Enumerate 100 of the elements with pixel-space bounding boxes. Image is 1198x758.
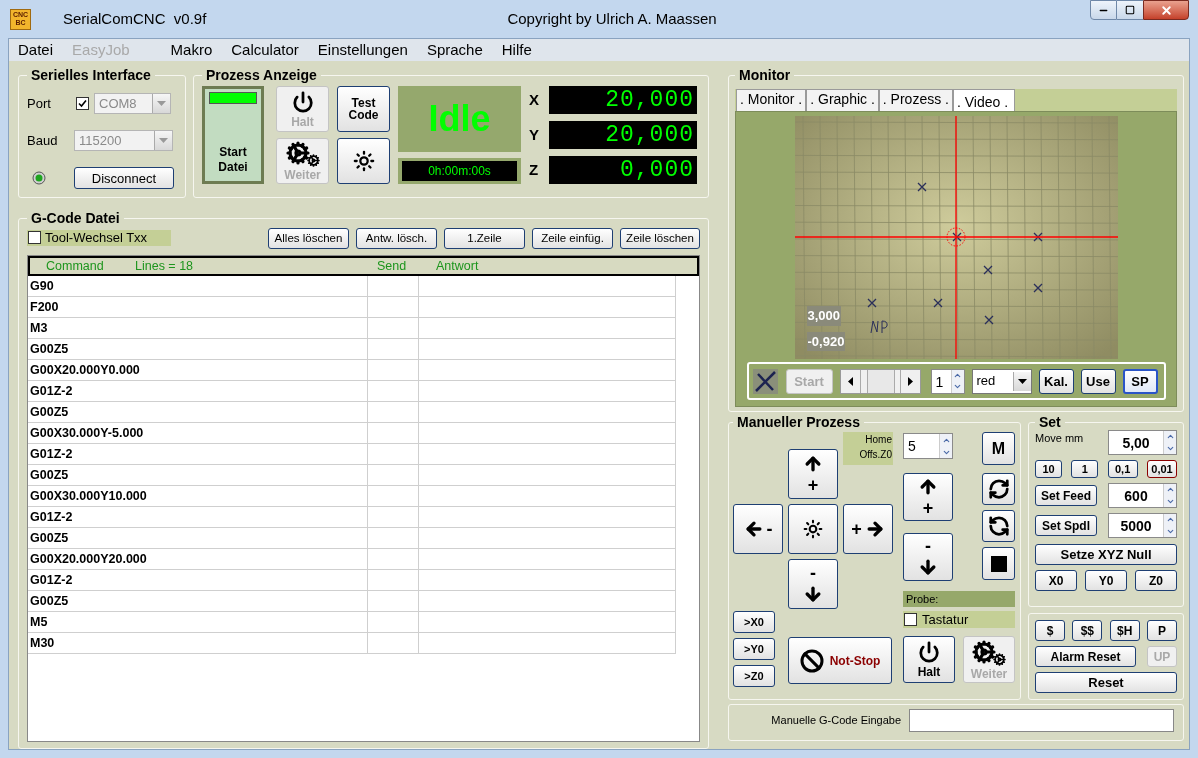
reset-button[interactable]: Reset (1035, 672, 1177, 693)
checkbox[interactable] (904, 613, 917, 626)
group-title: Serielles Interface (30, 67, 152, 83)
table-cell: G00X30.000Y10.000 (28, 486, 368, 506)
video-button[interactable]: SP (1122, 368, 1158, 394)
jog-z-minus-button[interactable]: - (903, 533, 953, 581)
stop-button[interactable] (982, 547, 1015, 580)
step-button[interactable]: 1 (1071, 460, 1099, 478)
dropdown-icon (157, 101, 166, 106)
progress-indicator (209, 92, 257, 104)
zero-axis-button[interactable]: Z0 (1135, 570, 1177, 591)
zero-xyz-button[interactable]: Setze XYZ Null (1035, 544, 1177, 565)
tab[interactable]: . Video . (953, 89, 1016, 111)
emergency-stop-button[interactable]: Not-Stop (788, 637, 892, 684)
table-cell: G01Z-2 (28, 381, 368, 401)
test-code-button[interactable]: Test Code (337, 86, 390, 132)
axis-label: Y (529, 124, 538, 145)
tab[interactable]: . Monitor . (736, 89, 807, 111)
disconnect-button[interactable]: Disconnect (74, 167, 174, 189)
menu-item[interactable]: Makro (170, 38, 213, 62)
jog-x-minus-button[interactable]: - (733, 504, 783, 554)
checkbox[interactable] (28, 231, 41, 244)
command-button[interactable]: $$ (1072, 620, 1103, 641)
scrollbar[interactable] (839, 368, 921, 394)
window-title: SerialComCNC v0.9f (63, 8, 207, 29)
toolbar-button[interactable]: 1.Zeile (444, 228, 525, 249)
axis-label: X (529, 89, 538, 110)
zero-axis-button[interactable]: Y0 (1085, 570, 1127, 591)
goto-zero-button[interactable]: >X0 (733, 611, 775, 633)
jog-y-minus-button[interactable]: - (788, 559, 838, 609)
home-offset-label: Home Offs.Z0 (843, 432, 893, 465)
rotate-ccw-icon (987, 515, 1010, 537)
table-cell: G00Z5 (28, 339, 368, 359)
menu-item[interactable]: Hilfe (501, 38, 532, 62)
number-field[interactable]: 1 (930, 368, 965, 394)
position-display: 20,000 (549, 86, 697, 114)
halt-button[interactable]: Halt (903, 636, 955, 683)
jog-x-plus-button[interactable]: + (843, 504, 893, 554)
status-display: Idle (398, 86, 521, 152)
toolbar-button[interactable]: Zeile löschen (620, 228, 700, 249)
manual-input-label: Manuelle G-Code Eingabe (770, 713, 901, 729)
command-button[interactable]: $ (1035, 620, 1065, 641)
set-spindle-button[interactable]: Set Spdl (1035, 515, 1097, 536)
combo-box[interactable]: red (971, 368, 1032, 394)
video-button[interactable]: Kal. (1038, 368, 1074, 394)
jog-y-plus-button[interactable]: + (788, 449, 838, 499)
power-icon (291, 90, 314, 113)
prohibited-icon (799, 648, 824, 673)
alarm-reset-button[interactable]: Alarm Reset (1035, 646, 1136, 667)
tool-change-option[interactable]: Tool-Wechsel Txx (27, 229, 171, 246)
zero-axis-button[interactable]: X0 (1035, 570, 1077, 591)
number-field[interactable]: 5000 (1108, 513, 1177, 538)
gcode-input-field[interactable] (909, 709, 1174, 732)
table-cell: M5 (28, 612, 368, 632)
rotate-ccw-button[interactable] (982, 510, 1015, 542)
toolbar-button[interactable]: Zeile einfüg. (532, 228, 613, 249)
command-button[interactable]: $H (1109, 620, 1140, 641)
copyright-text: Copyright by Ulrich A. Maassen (507, 8, 717, 29)
menu-item[interactable]: Einstellungen (317, 38, 408, 62)
power-icon (918, 641, 940, 663)
table-cell: M3 (28, 318, 368, 338)
goto-zero-button[interactable]: >Y0 (733, 638, 775, 660)
table-cell: G00Z5 (28, 528, 368, 548)
group-title: Set (1038, 414, 1062, 430)
goto-zero-button[interactable]: >Z0 (733, 665, 775, 687)
tab[interactable]: . Graphic . (806, 89, 879, 111)
checkbox[interactable] (76, 97, 89, 110)
light-button[interactable] (788, 504, 838, 554)
column-header: Antwort (436, 257, 479, 275)
coordinate-label: 3,000 (806, 306, 842, 326)
light-button[interactable] (337, 138, 390, 184)
toolbar-button[interactable]: Antw. lösch. (356, 228, 437, 249)
number-field[interactable]: 600 (1108, 483, 1177, 508)
step-button[interactable]: 10 (1035, 460, 1062, 478)
command-button[interactable]: P (1147, 620, 1177, 641)
m-button[interactable]: M (982, 432, 1015, 465)
jog-z-plus-button[interactable]: + (903, 473, 953, 521)
dropdown-icon (1017, 378, 1027, 384)
close-button[interactable] (1143, 0, 1189, 20)
column-header: Command (46, 257, 105, 275)
set-feed-button[interactable]: Set Feed (1035, 485, 1097, 506)
menu-item[interactable]: Datei (18, 38, 54, 62)
position-display: 20,000 (549, 121, 697, 149)
column-header: Send (377, 257, 408, 275)
step-button[interactable]: 0,01 (1147, 460, 1177, 478)
video-button[interactable]: Use (1080, 368, 1116, 394)
start-file-button[interactable]: Start Datei (202, 86, 264, 184)
step-button[interactable]: 0,1 (1107, 460, 1138, 478)
menu-item[interactable]: Sprache (426, 38, 483, 62)
timer-display: 0h:00m:00s (402, 161, 517, 181)
maximize-button[interactable] (1117, 0, 1143, 20)
move-label: Move mm (1035, 431, 1084, 446)
gears-icon (972, 639, 1006, 666)
number-field[interactable]: 5,00 (1108, 430, 1177, 455)
number-field[interactable]: 5 (903, 433, 953, 459)
menu-item[interactable]: Calculator (231, 38, 299, 62)
keyboard-option[interactable]: Tastatur (903, 611, 1015, 628)
rotate-cw-button[interactable] (982, 473, 1015, 505)
toolbar-button[interactable]: Alles löschen (268, 228, 349, 249)
tab[interactable]: . Prozess . (878, 89, 953, 111)
